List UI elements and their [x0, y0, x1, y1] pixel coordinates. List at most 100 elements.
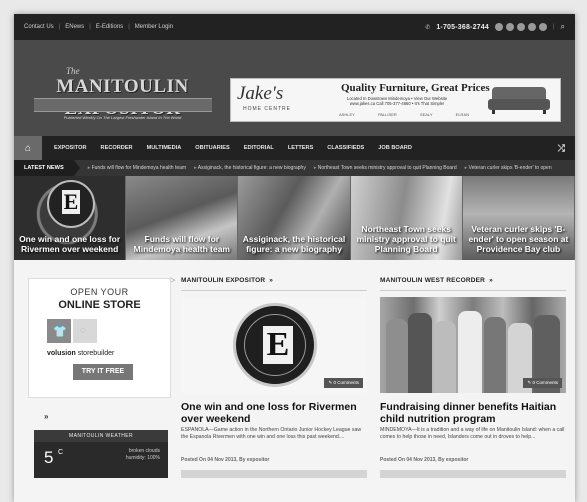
nav-item-obituaries[interactable]: OBITUARIES [195, 145, 230, 151]
nav-item-multimedia[interactable]: MULTIMEDIA [147, 145, 182, 151]
nav-item-job-board[interactable]: JOB BOARD [378, 145, 412, 151]
separator: | [128, 24, 130, 30]
phone-icon: ✆ [425, 24, 431, 31]
nav-item-expositor[interactable]: EXPOSITOR [54, 145, 87, 151]
expositor-column: MANITOULIN EXPOSITOR» E ✎ 0 Comments One… [181, 260, 367, 478]
social-icons [494, 23, 547, 31]
search-icon[interactable]: ⌕ [561, 22, 565, 32]
weather-temp: 5 [44, 448, 54, 467]
phone-number: 1-705-368-2744 [436, 23, 489, 31]
next-article-preview [380, 470, 566, 478]
e-editions-link[interactable]: E-Editions [96, 24, 123, 30]
weather-condition: broken clouds humidity: 100% [126, 448, 160, 462]
shirt-icon: 👕 [53, 326, 67, 338]
nav-item-classifieds[interactable]: CLASSIFIEDS [327, 145, 364, 151]
article-date: Posted On 04 Nov 2013, [380, 457, 437, 463]
chevron-right-icon: » [489, 277, 493, 284]
weather-humidity: humidity: 100% [125, 455, 160, 461]
slide-caption: Assiginack, the historical figure: a new… [242, 234, 346, 254]
article-date: Posted On 04 Nov 2013, [181, 457, 238, 463]
volusion-sub: storebuilder [77, 350, 115, 357]
comments-badge[interactable]: ✎ 0 Comments [324, 378, 363, 388]
try-it-free-button[interactable]: TRY IT FREE [73, 364, 133, 380]
nav-item-recorder[interactable]: RECORDER [101, 145, 133, 151]
store-ad-line1: OPEN YOUR [70, 287, 129, 297]
site-logo[interactable]: The MANITOULIN EXPOSITOR Published Weekl… [30, 66, 215, 124]
facebook-icon[interactable] [494, 23, 503, 31]
enews-link[interactable]: ENews [65, 24, 84, 30]
ad-brand-logo: ASHLEY [339, 112, 355, 117]
bag-icon: ◌ [80, 325, 86, 336]
top-bar: Contact Us | ENews | E-Editions | Member… [14, 14, 575, 40]
column-heading-text: MANITOULIN WEST RECORDER [380, 277, 486, 284]
next-article-preview [181, 470, 367, 478]
weather-widget: MANITOULIN WEATHER 5 C broken clouds hum… [34, 430, 168, 478]
weather-unit: C [58, 449, 64, 456]
article-excerpt: ESPANOLA—Game action in the Northern Ont… [181, 427, 362, 440]
ticker-item[interactable]: Veteran curler skips 'B-ender' to open [465, 165, 552, 171]
article-author[interactable]: By expositor [438, 457, 468, 463]
shirt-tile: 👕 [47, 319, 71, 343]
slide[interactable]: Assiginack, the historical figure: a new… [238, 176, 351, 260]
sidebar-more-icon[interactable]: » [44, 412, 48, 421]
ad-brand-logo: SEALY [419, 112, 433, 117]
weather-condition-text: broken clouds [128, 448, 160, 454]
header-advertisement[interactable]: Jake's HOME CENTRE Quality Furniture, Gr… [230, 78, 561, 122]
top-right: ✆ 1-705-368-2744 | ⌕ [425, 22, 565, 32]
article-title[interactable]: One win and one loss for Rivermen over w… [181, 401, 367, 425]
ad-headline: Quality Furniture, Great Prices [341, 82, 490, 94]
page: Contact Us | ENews | E-Editions | Member… [14, 14, 575, 502]
slide-caption: Funds will flow for Mindemoya health tea… [133, 234, 230, 254]
slide-caption: Northeast Town seeks ministry approval t… [356, 224, 456, 254]
espanola-emblem: E [47, 180, 95, 228]
separator: | [89, 24, 91, 30]
nav-item-editorial[interactable]: EDITORIAL [244, 145, 274, 151]
separator: | [58, 24, 61, 30]
ad-brand: Jake's [237, 83, 284, 104]
online-store-ad[interactable]: OPEN YOUR ONLINE STORE 👕 ◌ volusion stor… [28, 278, 171, 398]
ticker-item[interactable]: Funds will flow for Mindemoya health tea… [88, 165, 187, 171]
article-title[interactable]: Fundraising dinner benefits Haitian chil… [380, 401, 566, 425]
article-image[interactable]: E ✎ 0 Comments [181, 297, 367, 393]
slide[interactable]: Veteran curler skips 'B-ender' to open s… [462, 176, 575, 260]
column-heading-text: MANITOULIN EXPOSITOR [181, 277, 266, 284]
nav-items: EXPOSITOR RECORDER MULTIMEDIA OBITUARIES… [42, 145, 412, 151]
latest-news-ticker: LATEST NEWS Funds will flow for Mindemoy… [14, 160, 575, 176]
ad-brand-sub: HOME CENTRE [243, 106, 291, 112]
comments-badge[interactable]: ✎ 0 Comments [523, 378, 562, 388]
slide[interactable]: Funds will flow for Mindemoya health tea… [126, 176, 239, 260]
shuffle-icon[interactable]: ⤮ [558, 143, 565, 154]
column-heading[interactable]: MANITOULIN EXPOSITOR» [181, 277, 367, 291]
top-links: Contact Us | ENews | E-Editions | Member… [24, 24, 173, 30]
slide-caption: Veteran curler skips 'B-ender' to open s… [468, 224, 569, 254]
slide[interactable]: E One win and one loss for Rivermen over… [14, 176, 127, 260]
separator: | [552, 24, 555, 30]
article-author[interactable]: By expositor [239, 457, 269, 463]
featured-slider: E One win and one loss for Rivermen over… [14, 176, 575, 260]
logo-tagline: Published Weekly On The Largest Freshwat… [63, 115, 182, 120]
twitter-icon[interactable] [505, 23, 514, 31]
chevron-right-icon: » [269, 277, 274, 284]
ad-brand-logos: ASHLEY PALLISER SEALY ELRAN [339, 112, 469, 117]
contact-us-link[interactable]: Contact Us [24, 24, 54, 30]
column-heading[interactable]: MANITOULIN WEST RECORDER» [380, 277, 566, 291]
article-image[interactable]: ✎ 0 Comments [380, 297, 566, 393]
sidebar: ▷ OPEN YOUR ONLINE STORE 👕 ◌ volusion st… [22, 260, 177, 478]
ticker-item[interactable]: Assiginack, the historical figure: a new… [194, 165, 306, 171]
slide-caption: One win and one loss for Rivermen over w… [19, 234, 121, 254]
article-meta: Posted On 04 Nov 2013, By expositor [181, 457, 367, 463]
youtube-icon[interactable] [538, 23, 547, 31]
rss-icon[interactable] [516, 23, 525, 31]
store-ad-line2: ONLINE STORE [58, 299, 141, 311]
slide[interactable]: Northeast Town seeks ministry approval t… [350, 176, 463, 260]
nav-item-letters[interactable]: LETTERS [288, 145, 313, 151]
home-icon[interactable]: ⌂ [14, 136, 42, 160]
ad-brand-logo: ELRAN [455, 112, 469, 117]
google-plus-icon[interactable] [527, 23, 536, 31]
member-login-link[interactable]: Member Login [135, 24, 173, 30]
espanola-rivermen-emblem: E [233, 303, 317, 387]
ticker-item[interactable]: Northeast Town seeks ministry approval t… [314, 165, 457, 171]
article-meta: Posted On 04 Nov 2013, By expositor [380, 457, 566, 463]
main-nav: ⌂ EXPOSITOR RECORDER MULTIMEDIA OBITUARI… [14, 136, 575, 160]
main-content: ▷ OPEN YOUR ONLINE STORE 👕 ◌ volusion st… [14, 260, 575, 478]
